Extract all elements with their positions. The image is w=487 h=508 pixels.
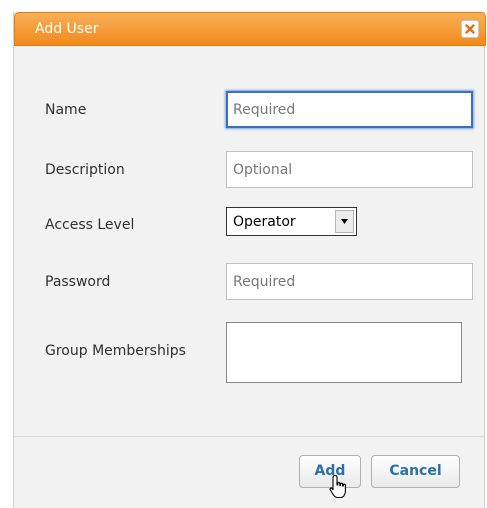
group-memberships-list[interactable] [226,322,462,383]
dialog-titlebar: Add User [14,12,486,46]
name-input[interactable] [226,91,473,128]
cancel-button[interactable]: Cancel [371,455,460,488]
footer-divider [14,436,484,437]
access-level-value: Operator [233,214,296,230]
description-label: Description [45,162,125,178]
access-level-select[interactable]: Operator [226,207,357,236]
dropdown-arrow-button[interactable] [335,210,354,233]
name-label: Name [45,102,87,118]
close-button[interactable] [461,20,479,38]
hand-pointer-icon [329,474,346,499]
chevron-down-icon [341,219,348,224]
group-memberships-label: Group Memberships [45,343,186,359]
close-icon [465,24,475,34]
description-input[interactable] [226,151,473,188]
access-level-label: Access Level [45,217,135,233]
add-user-dialog: Add User Name Description Access Level O… [13,12,486,508]
dialog-title: Add User [35,21,99,37]
password-input[interactable] [226,263,473,300]
password-label: Password [45,274,111,290]
